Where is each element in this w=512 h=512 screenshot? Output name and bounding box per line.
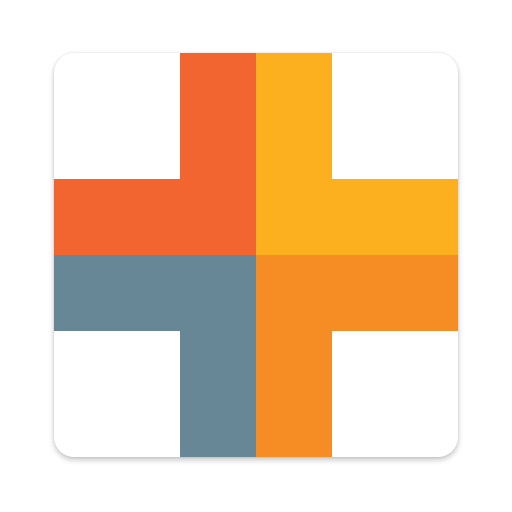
app-icon-card[interactable] [54, 53, 458, 457]
app-icon-stage [0, 0, 512, 512]
plus-cross-logo-icon [54, 53, 458, 457]
